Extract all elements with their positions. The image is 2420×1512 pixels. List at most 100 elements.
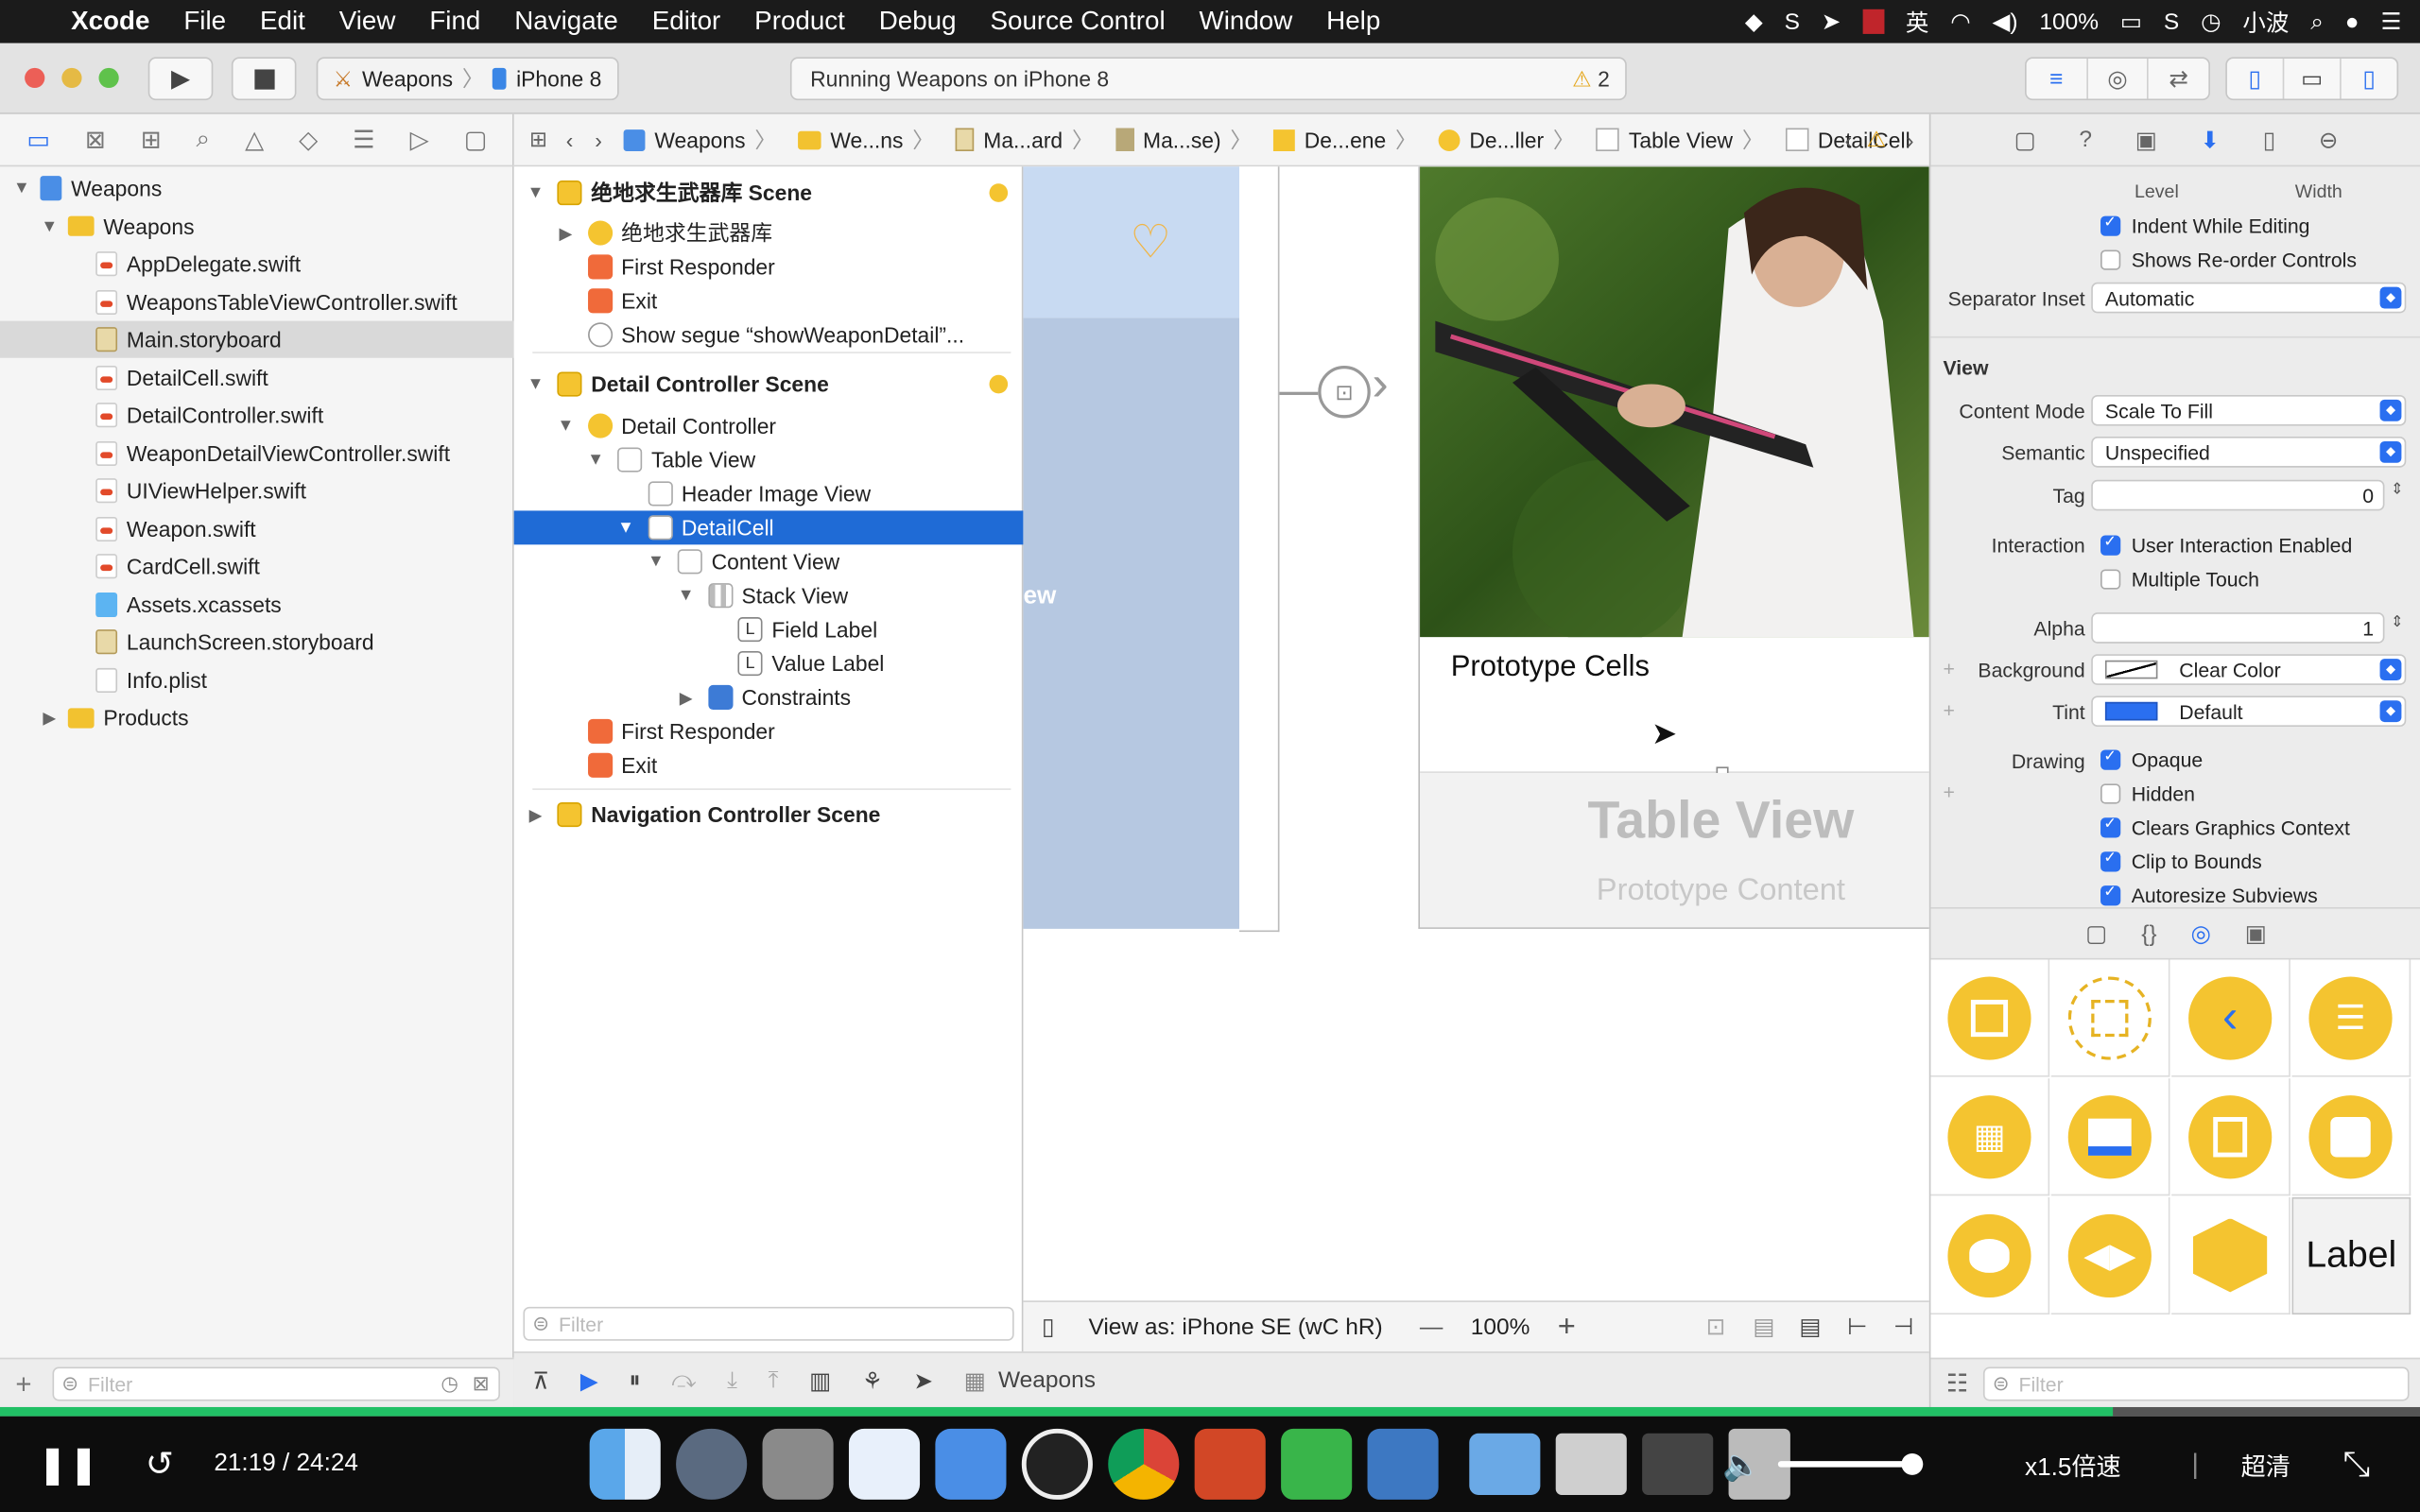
step-over-icon[interactable]: ⤼ — [671, 1367, 696, 1394]
view-hierarchy-icon[interactable]: ▥ — [809, 1366, 831, 1394]
symbol-icon[interactable]: ⊞ — [141, 124, 162, 155]
screenshot-icon[interactable] — [1555, 1433, 1627, 1496]
navigator-item[interactable]: ▼ Weapons — [0, 208, 514, 245]
size-inspector-icon[interactable]: ▯ — [2263, 126, 2275, 154]
outline-toggle-icon[interactable]: ▯ — [1042, 1313, 1054, 1341]
outline-scene[interactable]: ▶ Navigation Controller Scene — [514, 798, 1024, 832]
resolve-issues-icon[interactable]: ⊣ — [1893, 1313, 1913, 1341]
zoom-in-icon[interactable]: + — [1558, 1309, 1576, 1345]
volume-slider-handle[interactable] — [1901, 1452, 1924, 1475]
user-interaction-checkbox[interactable]: User Interaction Enabled — [2100, 534, 2352, 557]
outline-item[interactable]: L Value Label — [514, 646, 1024, 680]
navigator-item[interactable]: WeaponDetailViewController.swift — [0, 435, 514, 472]
outline-scene[interactable]: ▼ 绝地求生武器库 Scene — [514, 176, 1024, 210]
library-view-controller[interactable] — [1930, 959, 2050, 1077]
outline-filter-input[interactable]: ⊜ Filter — [523, 1306, 1014, 1341]
user-name[interactable]: 小波 — [2242, 6, 2289, 38]
memory-graph-icon[interactable]: ⚘ — [862, 1366, 883, 1394]
outline-item[interactable]: Exit — [514, 748, 1024, 782]
xcode-alt-icon[interactable] — [1367, 1428, 1439, 1500]
multiple-touch-checkbox[interactable]: Multiple Touch — [2100, 568, 2259, 591]
outline-item[interactable]: ▼ Detail Controller — [514, 409, 1024, 443]
disclosure-triangle-icon[interactable]: ▼ — [677, 586, 696, 605]
library-tab-bar-controller[interactable] — [2050, 1078, 2170, 1196]
jump-segment-storyboard-base[interactable]: Ma...se) 〉 — [1115, 124, 1261, 155]
outline-item[interactable]: Header Image View — [514, 476, 1024, 510]
system-preferences-icon[interactable] — [762, 1428, 834, 1500]
clock-icon[interactable]: ◷ — [2201, 8, 2221, 36]
menu-find[interactable]: Find — [429, 7, 480, 38]
wifi-icon[interactable]: ◠ — [1950, 8, 1970, 36]
outline-item[interactable]: ▼ Content View — [514, 544, 1024, 578]
menu-edit[interactable]: Edit — [260, 7, 305, 38]
volume-icon[interactable]: 🔈 — [1722, 1445, 1761, 1484]
jump-segment-controller[interactable]: De...ller 〉 — [1438, 124, 1584, 155]
report-icon[interactable]: ▢ — [464, 124, 488, 155]
zoom-window-button[interactable] — [98, 67, 119, 89]
debug-area-toggle-icon[interactable]: ▭ — [2284, 59, 2342, 99]
library-split-view-controller[interactable] — [2171, 1078, 2290, 1196]
list-view-toggle-icon[interactable]: ☷ — [1946, 1367, 1968, 1399]
disclosure-triangle-icon[interactable]: ▼ — [557, 417, 576, 436]
baidu-netdisk-icon[interactable] — [848, 1428, 921, 1500]
menu-window[interactable]: Window — [1200, 7, 1293, 38]
alpha-stepper[interactable]: ⇕ — [2391, 614, 2404, 631]
segue-icon[interactable]: ⊡ — [1318, 365, 1371, 419]
issue-icon[interactable]: △ — [245, 124, 264, 155]
xcode-icon[interactable] — [935, 1428, 1007, 1500]
navigator-item[interactable]: WeaponsTableViewController.swift — [0, 284, 514, 320]
embed-in-stack-icon[interactable]: ▤ — [1753, 1313, 1774, 1341]
camtasia-icon[interactable] — [1281, 1428, 1353, 1500]
warning-icon[interactable]: ⚠ — [1867, 127, 1887, 153]
location-icon[interactable]: ➤ — [914, 1366, 934, 1394]
red-app-icon[interactable] — [1862, 9, 1885, 34]
outline-item[interactable]: ▼ Stack View — [514, 578, 1024, 612]
outline-item[interactable]: L Field Label — [514, 612, 1024, 646]
downloads-icon[interactable] — [1642, 1433, 1714, 1496]
scene-status-dot[interactable] — [989, 183, 1009, 202]
s-app-icon[interactable]: S — [1785, 9, 1800, 35]
editor-mode-control[interactable]: ≡ ◎ ⇄ — [2025, 57, 2210, 101]
outline-item[interactable]: Exit — [514, 284, 1024, 318]
jump-segment-scene[interactable]: De...ene 〉 — [1273, 124, 1426, 155]
disclosure-triangle-icon[interactable]: ▼ — [647, 552, 666, 571]
disclosure-triangle-icon[interactable]: ▼ — [616, 519, 635, 538]
tint-popup[interactable]: Default ◆ — [2091, 696, 2407, 727]
evernote-icon[interactable]: ◆ — [1745, 8, 1763, 36]
siri-icon[interactable]: ● — [2345, 9, 2360, 35]
breakpoints-icon[interactable]: ▶ — [580, 1366, 598, 1394]
library-glkit-view-controller[interactable] — [1930, 1196, 2050, 1315]
hidden-checkbox[interactable]: Hidden — [2100, 782, 2195, 805]
tag-field[interactable]: 0 — [2091, 479, 2385, 511]
library-av-player-view-controller[interactable]: ◀▶ — [2050, 1196, 2170, 1315]
content-mode-popup[interactable]: Scale To Fill ◆ — [2091, 394, 2407, 426]
connections-inspector-icon[interactable]: ⊖ — [2319, 126, 2339, 154]
step-out-icon[interactable]: ⤒ — [769, 1367, 779, 1394]
navigator-item[interactable]: CardCell.swift — [0, 548, 514, 585]
video-progress-bar[interactable] — [0, 1406, 2420, 1417]
stop-button[interactable] — [231, 57, 297, 101]
add-variation-icon[interactable]: + — [1944, 781, 1955, 803]
align-icon[interactable]: ▤ — [1799, 1313, 1821, 1341]
playback-speed[interactable]: x1.5倍速 — [2025, 1446, 2121, 1483]
library-object[interactable] — [2171, 1196, 2290, 1315]
navigator-toggle-icon[interactable]: ▯ — [2227, 59, 2285, 99]
navigator-item[interactable]: UIViewHelper.swift — [0, 472, 514, 509]
finder-icon[interactable] — [589, 1428, 661, 1500]
attributes-inspector-icon[interactable]: ⬇ — [2201, 126, 2221, 154]
next-issue-icon[interactable]: › — [1907, 128, 1914, 152]
activity-status[interactable]: Running Weapons on iPhone 8 ⚠ 2 — [789, 57, 1627, 101]
update-frames-icon[interactable]: ⊡ — [1706, 1313, 1726, 1341]
chrome-icon[interactable] — [1108, 1428, 1180, 1500]
disclosure-triangle-icon[interactable]: ▶ — [527, 804, 545, 825]
outline-item[interactable]: ▶ 绝地求生武器库 — [514, 216, 1024, 250]
find-icon[interactable]: ⌕ — [197, 126, 211, 153]
disclosure-triangle-icon[interactable]: ▼ — [527, 375, 545, 394]
navigator-item[interactable]: LaunchScreen.storyboard — [0, 624, 514, 661]
disclosure-triangle-icon[interactable]: ▶ — [557, 223, 576, 244]
volume-slider[interactable] — [1777, 1461, 1917, 1468]
powerpoint-icon[interactable] — [1194, 1428, 1266, 1500]
semantic-popup[interactable]: Unspecified ◆ — [2091, 437, 2407, 468]
file-inspector-icon[interactable]: ▢ — [2014, 126, 2036, 154]
identity-inspector-icon[interactable]: ▣ — [2135, 126, 2157, 154]
